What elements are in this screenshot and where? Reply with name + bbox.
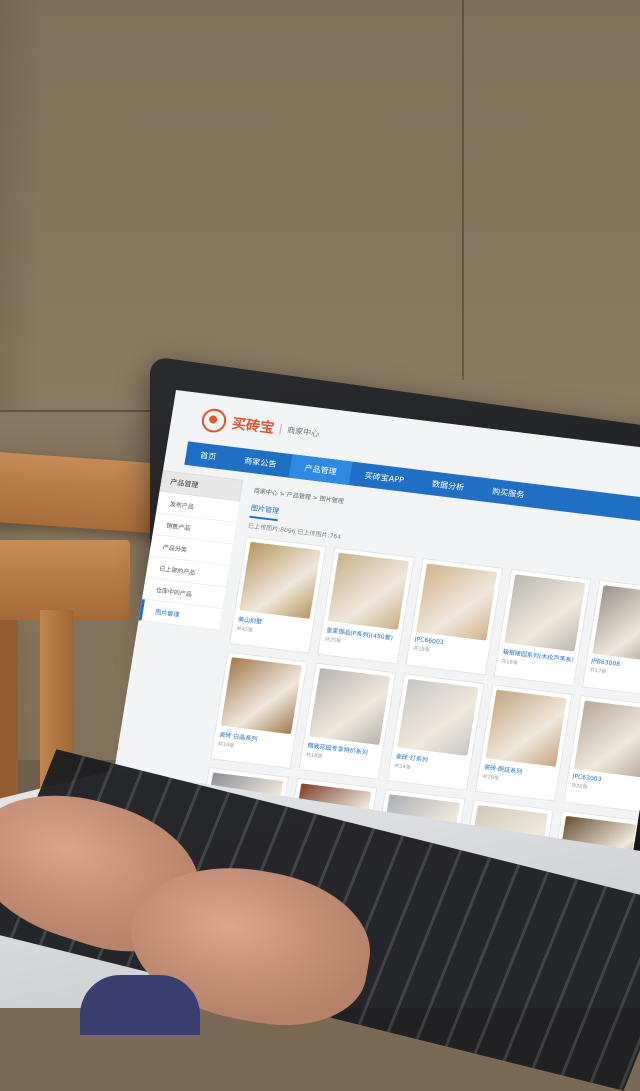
- image-card[interactable]: 箱根陵园系列(木纹芦苇系列) 共18张: [493, 568, 592, 687]
- logo-icon: [200, 407, 228, 434]
- image-card[interactable]: JPB63008 共17张: [581, 579, 640, 698]
- breadcrumb: 商家中心 > 产品管理 > 图片管理: [253, 487, 345, 506]
- nav-item-app[interactable]: 买砖宝APP: [349, 462, 420, 494]
- image-thumbnail[interactable]: [592, 585, 640, 663]
- nav-item-products[interactable]: 产品管理: [288, 454, 353, 486]
- site-header: 买砖宝 商家中心: [200, 407, 321, 445]
- image-thumbnail[interactable]: [220, 657, 303, 735]
- sleeve: [80, 975, 200, 1035]
- image-thumbnail[interactable]: [327, 552, 410, 630]
- image-card[interactable]: 精致花园专享特价系列 共18张: [298, 662, 397, 780]
- nav-item-services[interactable]: 购买服务: [476, 477, 540, 508]
- image-card[interactable]: JPC63003 共26张: [563, 695, 640, 813]
- image-card[interactable]: JPC66003 共18张: [405, 557, 504, 676]
- image-card[interactable]: 瓷砖·灯系列 共24张: [386, 673, 485, 791]
- image-thumbnail[interactable]: [239, 541, 321, 619]
- nav-item-notice[interactable]: 商家公告: [228, 447, 292, 478]
- chair-seat: [0, 540, 130, 620]
- image-thumbnail[interactable]: [573, 700, 640, 778]
- nav-item-home[interactable]: 首页: [184, 441, 232, 470]
- image-card[interactable]: 皇家御品(P系列)(450套) 共25张: [317, 547, 415, 665]
- image-thumbnail[interactable]: [415, 563, 498, 641]
- site-logo[interactable]: 买砖宝: [230, 413, 276, 438]
- image-thumbnail[interactable]: [308, 667, 391, 746]
- image-thumbnail[interactable]: [485, 689, 567, 767]
- image-thumbnail[interactable]: [504, 574, 586, 652]
- nav-item-analytics[interactable]: 数据分析: [416, 470, 480, 501]
- image-card[interactable]: 瓷砖·白晶系列 共18张: [210, 651, 308, 770]
- image-thumbnail[interactable]: [397, 678, 479, 756]
- image-card[interactable]: 美山别墅 共45张: [228, 536, 327, 654]
- site-subtitle: 商家中心: [279, 423, 321, 439]
- chair-leg: [0, 620, 18, 800]
- tab-image-management[interactable]: 图片管理: [249, 503, 280, 522]
- image-card[interactable]: 瓷砖·朗廷系列 共28张: [474, 684, 573, 802]
